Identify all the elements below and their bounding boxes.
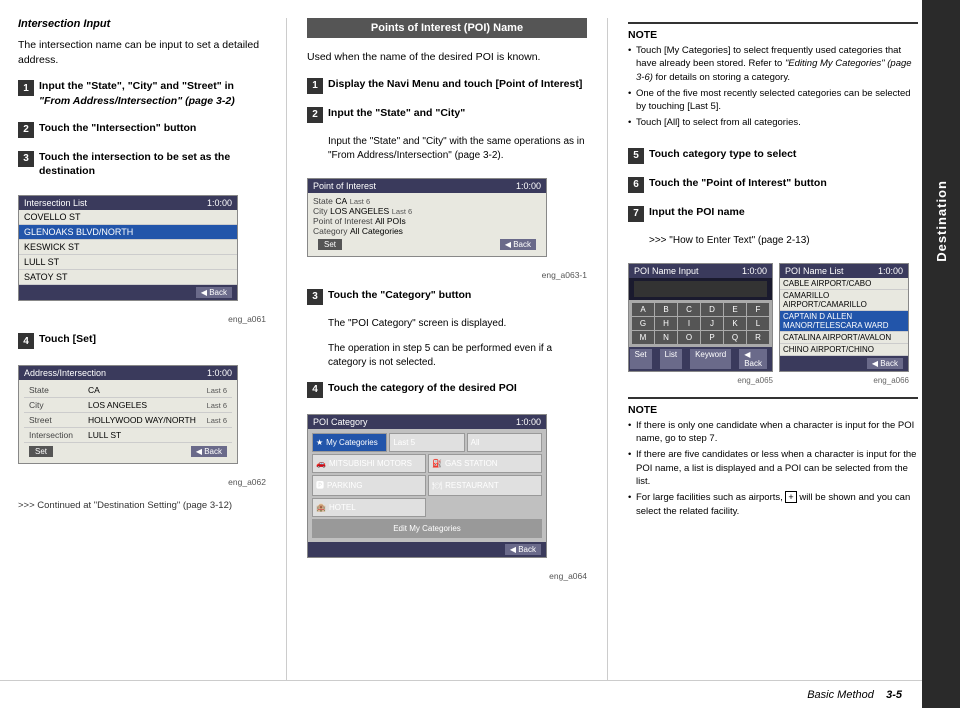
key-f[interactable]: F <box>747 303 769 316</box>
restaurant-btn[interactable]: 🍽 RESTAURANT <box>428 475 542 496</box>
right-step-7: 7 Input the POI name <box>628 205 918 222</box>
poi-name-area: POI Name Input 1:0:00 A B C D E F G <box>628 259 918 385</box>
list-item[interactable]: CATALINA AIRPORT/AVALON <box>780 332 908 344</box>
set-button[interactable]: Set <box>29 446 53 457</box>
set-button[interactable]: Set <box>318 239 342 250</box>
back-button[interactable]: ◀ Back <box>196 287 232 298</box>
key-l[interactable]: L <box>747 317 769 330</box>
col-divider-1 <box>286 18 287 690</box>
mid-step-1: 1 Display the Navi Menu and touch [Point… <box>307 77 587 94</box>
poi-category-screen: POI Category 1:0:00 ★ My Categories Last… <box>307 414 547 558</box>
list-item[interactable]: CAMARILLO AIRPORT/CAMARILLO <box>780 290 908 311</box>
gas-station-btn[interactable]: ⛽ GAS STATION <box>428 454 542 473</box>
back-button[interactable]: ◀ Back <box>500 239 536 250</box>
list-button[interactable]: List <box>660 349 682 369</box>
my-categories-btn[interactable]: ★ My Categories <box>312 433 387 452</box>
mid-step-2: 2 Input the "State" and "City" <box>307 106 587 123</box>
gas-icon: ⛽ <box>432 459 442 468</box>
list-item[interactable]: LULL ST <box>19 255 237 270</box>
continued-text: >>> Continued at "Destination Setting" (… <box>18 500 232 511</box>
col-divider-2 <box>607 18 608 690</box>
last-5-btn[interactable]: Last 5 <box>389 433 464 452</box>
sidebar-label: Destination <box>934 180 949 262</box>
mid-column: Points of Interest (POI) Name Used when … <box>307 18 587 690</box>
list-item[interactable]: CAPTAIN D ALLEN MANOR/TELESCARA WARD <box>780 311 908 332</box>
key-n[interactable]: N <box>655 331 677 344</box>
intersection-input-title: Intersection Input <box>18 18 266 30</box>
restaurant-icon: 🍽 <box>432 481 442 490</box>
page-container: Intersection Input The intersection name… <box>0 0 960 708</box>
keyword-button[interactable]: Keyword <box>690 349 731 369</box>
list-item[interactable]: COVELLO ST <box>19 210 237 225</box>
key-i[interactable]: I <box>678 317 700 330</box>
intro-text: Used when the name of the desired POI is… <box>307 51 540 63</box>
list-item[interactable]: GLENOAKS BLVD/NORTH <box>19 225 237 240</box>
list-item[interactable]: SATOY ST <box>19 270 237 285</box>
poi-screen: Point of Interest 1:0:00 State CA Last 6… <box>307 178 547 257</box>
key-j[interactable]: J <box>701 317 723 330</box>
step-1: 1 Input the "State", "City" and "Street"… <box>18 79 266 108</box>
edit-my-categories-btn[interactable]: Edit My Categories <box>312 519 542 538</box>
poi-name-list-screen: POI Name List 1:0:00 CABLE AIRPORT/CABO … <box>779 263 909 372</box>
bottom-bar: Basic Method 3-5 <box>0 680 922 708</box>
all-btn[interactable]: All <box>467 433 542 452</box>
mid-step-4: 4 Touch the category of the desired POI <box>307 381 587 398</box>
hotel-btn[interactable]: 🏨 HOTEL <box>312 498 426 517</box>
intersection-list-screen: Intersection List 1:0:00 COVELLO ST GLEN… <box>18 195 238 301</box>
list-item[interactable]: KESWICK ST <box>19 240 237 255</box>
right-step-6: 6 Touch the "Point of Interest" button <box>628 176 918 193</box>
key-a[interactable]: A <box>632 303 654 316</box>
mitsubishi-btn[interactable]: 🚗 MITSUBISHI MOTORS <box>312 454 426 473</box>
list-item[interactable]: CHINO AIRPORT/CHINO <box>780 344 908 356</box>
key-g[interactable]: G <box>632 317 654 330</box>
bottom-label: Basic Method <box>807 689 874 701</box>
car-icon: 🚗 <box>316 459 326 468</box>
list-item[interactable]: CABLE AIRPORT/CABO <box>780 278 908 290</box>
bottom-page: 3-5 <box>886 689 902 701</box>
hotel-icon: 🏨 <box>316 503 326 512</box>
parking-btn[interactable]: 🅿 PARKING <box>312 475 426 496</box>
key-d[interactable]: D <box>701 303 723 316</box>
note-box-1: NOTE Touch [My Categories] to select fre… <box>628 22 918 133</box>
note-box-2: NOTE If there is only one candidate when… <box>628 397 918 521</box>
key-k[interactable]: K <box>724 317 746 330</box>
left-column: Intersection Input The intersection name… <box>18 18 266 690</box>
key-p[interactable]: P <box>701 331 723 344</box>
address-intersection-screen: Address/Intersection 1:0:00 State CA Las… <box>18 365 238 464</box>
poi-header: Points of Interest (POI) Name <box>307 18 587 38</box>
step-4: 4 Touch [Set] <box>18 332 266 349</box>
back-button[interactable]: ◀ Back <box>867 358 903 369</box>
key-m[interactable]: M <box>632 331 654 344</box>
step-2: 2 Touch the "Intersection" button <box>18 121 266 138</box>
right-step-5: 5 Touch category type to select <box>628 147 918 164</box>
poi-name-input-screen: POI Name Input 1:0:00 A B C D E F G <box>628 263 773 372</box>
key-q[interactable]: Q <box>724 331 746 344</box>
key-h[interactable]: H <box>655 317 677 330</box>
key-r[interactable]: R <box>747 331 769 344</box>
star-icon: ★ <box>316 438 323 447</box>
back-button[interactable]: ◀ Back <box>191 446 227 457</box>
key-o[interactable]: O <box>678 331 700 344</box>
key-e[interactable]: E <box>724 303 746 316</box>
poi-name-input-field[interactable] <box>634 281 767 297</box>
right-column: NOTE Touch [My Categories] to select fre… <box>628 18 918 690</box>
main-content: Intersection Input The intersection name… <box>0 0 960 708</box>
step-3: 3 Touch the intersection to be set as th… <box>18 150 266 179</box>
back-button[interactable]: ◀ Back <box>505 544 541 555</box>
parking-icon: 🅿 <box>316 480 324 491</box>
key-b[interactable]: B <box>655 303 677 316</box>
sidebar: Destination <box>922 0 960 708</box>
back-button[interactable]: ◀ Back <box>739 349 767 369</box>
key-c[interactable]: C <box>678 303 700 316</box>
set-button[interactable]: Set <box>630 349 652 369</box>
mid-step-3: 3 Touch the "Category" button <box>307 288 587 305</box>
